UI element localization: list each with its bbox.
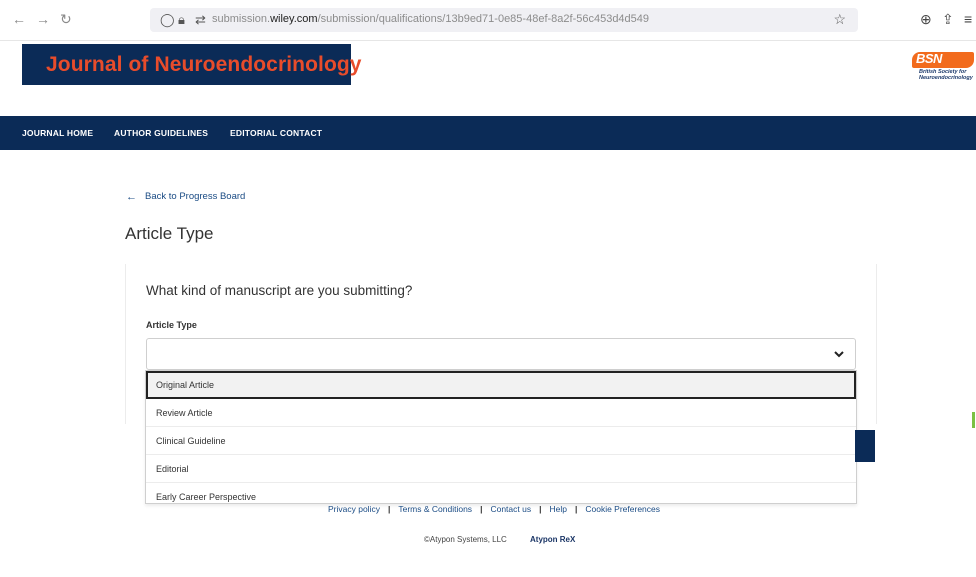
society-logo-mark: BSN [912, 51, 974, 68]
option-label: Review Article [156, 408, 213, 418]
article-type-label: Article Type [146, 320, 197, 330]
address-bar[interactable]: ◯ 🔒︎ ⇄ submission.wiley.com/submission/q… [150, 8, 858, 32]
footer-cookie-link[interactable]: Cookie Preferences [585, 504, 660, 514]
browser-toolbar: ← → ↻ ◯ 🔒︎ ⇄ submission.wiley.com/submis… [0, 0, 976, 41]
nav-author-guidelines[interactable]: AUTHOR GUIDELINES [114, 128, 208, 138]
article-type-dropdown: Original Article Review Article Clinical… [145, 370, 857, 504]
nav-journal-home[interactable]: JOURNAL HOME [22, 128, 93, 138]
back-link-label: Back to Progress Board [145, 191, 246, 202]
bookmark-star-icon[interactable]: ☆ [833, 11, 846, 28]
footer-terms-link[interactable]: Terms & Conditions [398, 504, 472, 514]
journal-title[interactable]: Journal of Neuroendocrinology [46, 53, 362, 77]
footer-privacy-link[interactable]: Privacy policy [328, 504, 380, 514]
footer-contact-link[interactable]: Contact us [490, 504, 531, 514]
extensions-icon[interactable]: ⇪ [942, 11, 954, 28]
society-logo-text: British Society for Neuroendocrinology [919, 69, 973, 81]
option-review-article[interactable]: Review Article [146, 399, 856, 427]
option-label: Original Article [156, 380, 215, 390]
permissions-icon[interactable]: ⇄ [195, 12, 206, 28]
nav-editorial-contact[interactable]: EDITORIAL CONTACT [230, 128, 322, 138]
footer-help-link[interactable]: Help [549, 504, 566, 514]
arrow-left-icon: ← [126, 191, 137, 203]
side-indicator [972, 412, 975, 428]
option-label: Early Career Perspective [156, 492, 257, 502]
page-title: Article Type [125, 224, 214, 243]
footer-brand[interactable]: Atypon ReX [530, 535, 575, 544]
chevron-down-icon [834, 351, 844, 358]
footer-copyright: ©Atypon Systems, LLC [424, 535, 507, 544]
journal-nav: JOURNAL HOME AUTHOR GUIDELINES EDITORIAL… [0, 116, 976, 150]
footer-links: Privacy policy | Terms & Conditions | Contac… [328, 504, 661, 514]
journal-banner[interactable]: Journal of Neuroendocrinology [22, 44, 361, 85]
option-label: Clinical Guideline [156, 436, 226, 446]
option-editorial[interactable]: Editorial [146, 455, 856, 483]
option-label: Editorial [156, 464, 189, 474]
society-logo-letters: BSN [916, 51, 942, 66]
continue-button[interactable] [855, 430, 875, 462]
forward-arrow-icon[interactable]: → [36, 11, 50, 27]
back-to-progress-board-link[interactable]: ← Back to Progress Board [126, 190, 246, 203]
option-early-career-perspective[interactable]: Early Career Perspective [146, 483, 856, 503]
account-icon[interactable]: ⊕ [920, 11, 932, 28]
society-logo[interactable]: BSN British Society for Neuroendocrinolo… [912, 51, 974, 96]
reload-icon[interactable]: ↻ [60, 11, 72, 28]
lock-icon[interactable]: 🔒︎ [178, 12, 185, 28]
menu-icon[interactable]: ≡ [964, 11, 972, 27]
back-arrow-icon[interactable]: ← [12, 11, 26, 27]
option-clinical-guideline[interactable]: Clinical Guideline [146, 427, 856, 455]
url-text[interactable]: submission.wiley.com/submission/qualific… [212, 13, 649, 25]
question-text: What kind of manuscript are you submitti… [146, 283, 413, 298]
option-original-article[interactable]: Original Article [146, 371, 856, 399]
article-type-select[interactable] [146, 338, 856, 370]
shield-icon[interactable]: ◯ [160, 12, 175, 28]
